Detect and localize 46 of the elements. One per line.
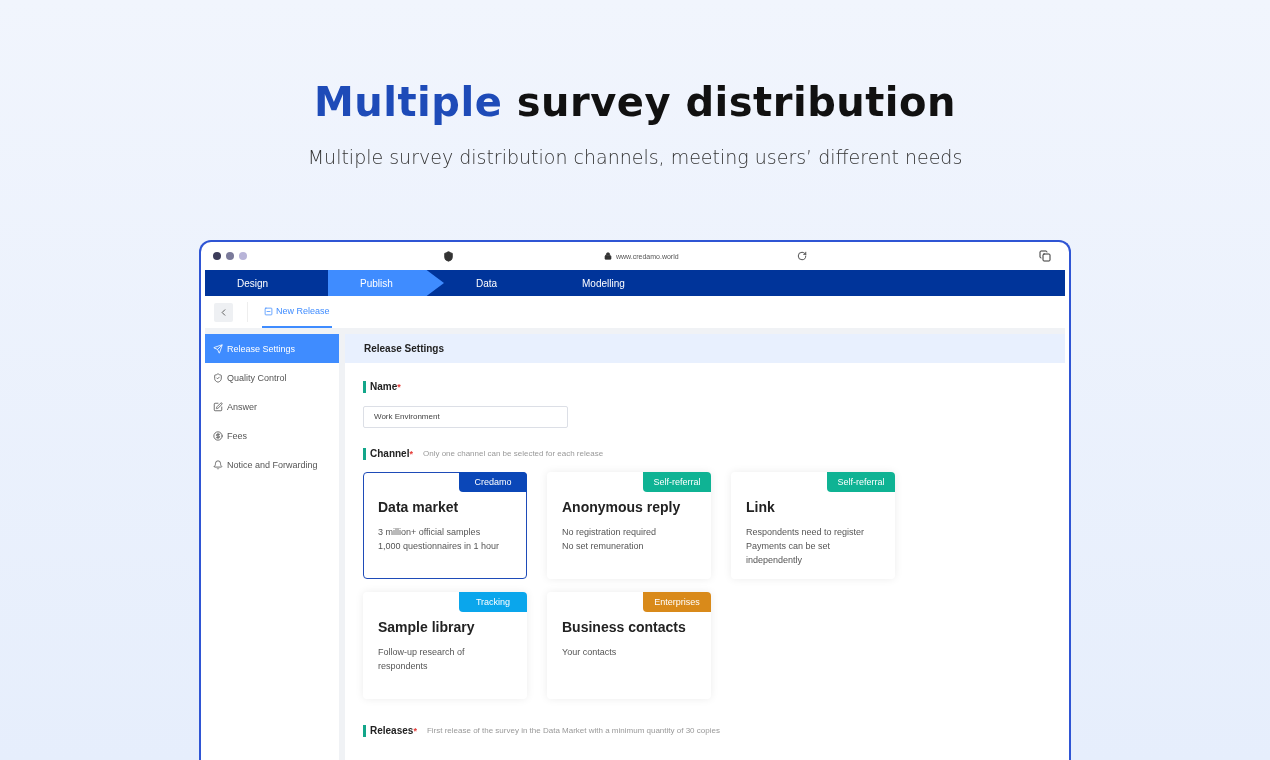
- nav-tab[interactable]: Modelling: [550, 270, 666, 296]
- card-title: Business contacts: [562, 618, 687, 635]
- field-label: Releases*: [363, 724, 417, 737]
- lock-icon: [604, 252, 612, 260]
- field-label: Channel*: [363, 447, 413, 460]
- sub-tab[interactable]: New Release: [262, 296, 332, 328]
- card-description: No registration required No set remuneration: [562, 525, 658, 553]
- channel-card[interactable]: Enterprises Business contacts Your contacts: [547, 591, 711, 699]
- panel-title: Release Settings: [345, 334, 1065, 363]
- card-description: Respondents need to register Payments can be set independently: [746, 525, 866, 567]
- edit-icon: [213, 401, 223, 412]
- window-dot: [239, 252, 247, 260]
- card-title: Sample library: [378, 618, 476, 635]
- window-dot: [213, 252, 221, 260]
- channel-card[interactable]: Credamo Data market 3 million+ official samples 1,000 questionnaires in 1 hour: [363, 471, 527, 579]
- page-subtitle: Multiple survey distribution channels, meeting users’ different needs: [307, 146, 963, 168]
- page-heading: Multiple survey distribution: [313, 78, 957, 126]
- card-description: 3 million+ official samples 1,000 questionnaires in 1 hour: [378, 525, 501, 553]
- card-title: Link: [746, 498, 776, 515]
- card-title: Data market: [378, 498, 460, 515]
- channel-tag: Credamo: [459, 471, 527, 492]
- window-dot: [226, 252, 234, 260]
- card-title: Anonymous reply: [562, 498, 682, 515]
- reload-icon[interactable]: [796, 251, 807, 261]
- square-minus-icon: [264, 306, 273, 316]
- channel-tag: Tracking: [459, 591, 527, 612]
- bell-icon: [213, 459, 223, 470]
- name-input[interactable]: Work Environment: [363, 405, 568, 428]
- card-description: Follow-up research of respondents: [378, 645, 466, 673]
- channel-card[interactable]: Self-referral Link Respondents need to register Payments can be set independently: [731, 471, 895, 579]
- shield-icon: [443, 250, 454, 262]
- card-description: Your contacts: [562, 645, 618, 659]
- channel-tag: Self-referral: [827, 471, 895, 492]
- channel-card[interactable]: Self-referral Anonymous reply No registration required No set remuneration: [547, 471, 711, 579]
- channel-tag: Enterprises: [643, 591, 711, 612]
- shield-check-icon: [213, 372, 223, 383]
- send-icon: [213, 343, 223, 354]
- hint-text: Only one channel can be selected for each release: [422, 449, 604, 458]
- field-label: Name*: [363, 381, 401, 393]
- copy-icon[interactable]: [1039, 250, 1051, 262]
- channel-tag: Self-referral: [643, 471, 711, 492]
- nav-tab[interactable]: Data: [444, 270, 550, 296]
- hint-text: First release of the survey in the Data Market with a minimum quantity of 30 copies: [426, 726, 720, 735]
- coin-icon: [213, 430, 223, 441]
- nav-tab[interactable]: Design: [205, 270, 328, 296]
- channel-card[interactable]: Tracking Sample library Follow-up research of respondents: [363, 591, 527, 699]
